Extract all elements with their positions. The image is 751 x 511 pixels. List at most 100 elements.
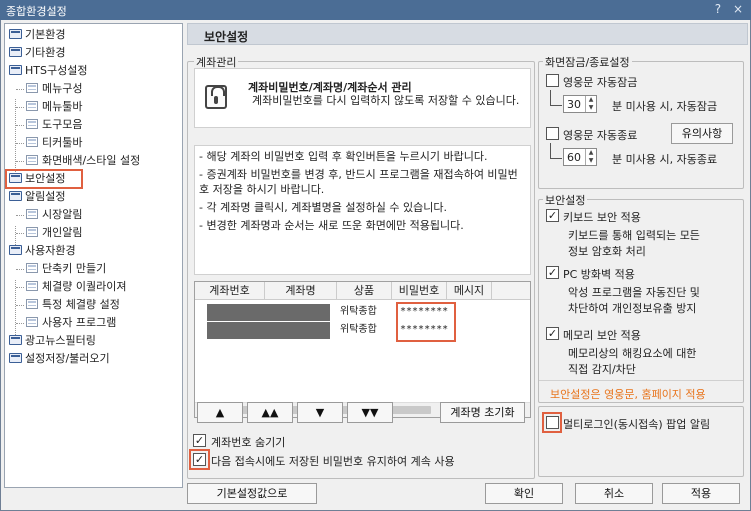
col-password: 비밀번호 <box>392 282 447 300</box>
page-icon <box>26 281 38 291</box>
password-highlight <box>396 302 456 342</box>
account-info-text: 계좌비밀번호를 다시 입력하지 않도록 저장할 수 있습니다. <box>252 94 520 107</box>
firewall-desc: 차단하여 개인정보유출 방지 <box>568 302 697 315</box>
folder-icon <box>9 335 22 345</box>
hide-account-label: 계좌번호 숨기기 <box>211 436 286 449</box>
memory-security-desc: 메모리상의 해킹요소에 대한 <box>568 347 697 360</box>
page-icon <box>26 209 38 219</box>
spin-arrows-icon[interactable]: ▲ ▼ <box>585 96 596 112</box>
auto-exit-minutes-stepper[interactable]: 60 ▲ ▼ <box>563 148 597 166</box>
note-line: - 해당 계좌의 비밀번호 입력 후 확인버튼을 누르시기 바랍니다. <box>199 150 488 163</box>
page-icon <box>26 155 38 165</box>
note-line: - 각 계좌명 클릭시, 계좌별명을 설정하실 수 있습니다. <box>199 201 447 214</box>
account-table: 계좌번호 계좌명 상품 비밀번호 메시지 위탁종합 ******** 위탁종합 … <box>194 281 531 418</box>
settings-window: 기본환경 기타환경 HTS구성설정 메뉴구성 메뉴툴바 도구모음 티커툴바 화면… <box>0 20 751 511</box>
tree-item-other-env[interactable]: 기타환경 <box>9 44 65 62</box>
auto-exit-checkbox[interactable] <box>546 127 559 140</box>
firewall-checkbox[interactable]: ✓ <box>546 266 559 279</box>
security-note: 보안설정은 영웅문, 홈페이지 적용 <box>550 388 706 401</box>
tree-item-screen-style[interactable]: 화면배색/스타일 설정 <box>26 152 140 170</box>
tree-item-menu-config[interactable]: 메뉴구성 <box>26 80 82 98</box>
cancel-button[interactable]: 취소 <box>575 483 653 504</box>
screen-lock-group-label: 화면잠금/종료설정 <box>543 54 632 70</box>
folder-icon <box>9 191 22 201</box>
tree-item-menu-toolbar[interactable]: 메뉴툴바 <box>26 98 82 116</box>
settings-tree: 기본환경 기타환경 HTS구성설정 메뉴구성 메뉴툴바 도구모음 티커툴바 화면… <box>4 23 183 488</box>
page-icon <box>26 101 38 111</box>
move-down-button[interactable]: ▼ <box>297 402 343 423</box>
keyboard-security-label: 키보드 보안 적용 <box>563 211 641 224</box>
section-header: 보안설정 <box>187 23 748 45</box>
page-icon <box>26 119 38 129</box>
folder-icon <box>9 29 22 39</box>
account-notes: - 해당 계좌의 비밀번호 입력 후 확인버튼을 누르시기 바랍니다. - 증권… <box>194 145 531 275</box>
tree-item-volume-setting[interactable]: 특정 체결량 설정 <box>26 296 120 314</box>
table-row[interactable]: 위탁종합 ******** <box>195 303 530 321</box>
move-bottom-button[interactable]: ▼▼ <box>347 402 393 423</box>
auto-exit-label: 영웅문 자동종료 <box>563 129 638 142</box>
note-line: - 변경한 계좌명과 순서는 새로 뜨운 화면에만 적용됩니다. <box>199 219 464 232</box>
tree-item-market-alerts[interactable]: 시장알림 <box>26 206 82 224</box>
section-title: 보안설정 <box>204 30 249 44</box>
multi-login-highlight <box>542 412 562 433</box>
folder-icon <box>9 245 22 255</box>
auto-exit-suffix: 분 미사용 시, 자동종료 <box>612 153 718 166</box>
close-icon[interactable]: × <box>733 2 743 16</box>
security-group-label: 보안설정 <box>543 192 588 208</box>
page-icon <box>26 137 38 147</box>
tree-item-ticker-toolbar[interactable]: 티커툴바 <box>26 134 82 152</box>
firewall-label: PC 방화벽 적용 <box>563 268 635 281</box>
col-message: 메시지 <box>447 282 492 300</box>
page-icon <box>26 317 38 327</box>
spin-arrows-icon[interactable]: ▲ ▼ <box>585 149 596 165</box>
note-line: - 증권계좌 비밀번호를 변경 후, 반드시 프로그램을 재접속하여 비밀번호 … <box>199 168 518 196</box>
page-icon <box>26 227 38 237</box>
folder-icon <box>9 47 22 57</box>
tree-item-hts-config[interactable]: HTS구성설정 <box>9 62 87 80</box>
tree-item-personal-alerts[interactable]: 개인알림 <box>26 224 82 242</box>
apply-button[interactable]: 적용 <box>662 483 740 504</box>
move-up-button[interactable]: ▲ <box>197 402 243 423</box>
memory-security-desc: 직접 감지/차단 <box>568 363 636 376</box>
tree-item-save-load[interactable]: 설정저장/불러오기 <box>9 350 110 368</box>
move-top-button[interactable]: ▲▲ <box>247 402 293 423</box>
reset-account-names-button[interactable]: 계좌명 초기화 <box>440 402 525 423</box>
table-row[interactable]: 위탁종합 ******** <box>195 321 530 339</box>
keep-password-label: 다음 접속시에도 저장된 비밀번호 유지하여 계속 사용 <box>211 455 455 468</box>
folder-icon <box>9 353 22 363</box>
tree-item-equalizer[interactable]: 체결량 이퀄라이져 <box>26 278 126 296</box>
window-title: 종합환경설정 <box>6 5 67 18</box>
account-info-title: 계좌비밀번호/계좌명/계좌순서 관리 <box>248 81 412 94</box>
ok-button[interactable]: 확인 <box>485 483 563 504</box>
title-bar: 종합환경설정 ? × <box>0 0 751 20</box>
tree-item-toolbox[interactable]: 도구모음 <box>26 116 82 134</box>
footer-bar: 기본설정값으로 확인 취소 적용 <box>187 481 748 508</box>
notice-button[interactable]: 유의사항 <box>671 123 733 144</box>
cell-product: 위탁종합 <box>340 324 377 335</box>
auto-lock-label: 영웅문 자동잠금 <box>563 76 638 89</box>
tree-item-shortcuts[interactable]: 단축키 만들기 <box>26 260 106 278</box>
col-product: 상품 <box>337 282 392 300</box>
page-icon <box>26 299 38 309</box>
help-icon[interactable]: ? <box>715 2 721 16</box>
page-icon <box>26 83 38 93</box>
tree-item-user-program[interactable]: 사용자 프로그램 <box>26 314 116 332</box>
memory-security-checkbox[interactable]: ✓ <box>546 327 559 340</box>
auto-lock-minutes-stepper[interactable]: 30 ▲ ▼ <box>563 95 597 113</box>
cell-product: 위탁종합 <box>340 306 377 317</box>
col-account-name: 계좌명 <box>265 282 337 300</box>
account-info-box: 계좌비밀번호/계좌명/계좌순서 관리 계좌비밀번호를 다시 입력하지 않도록 저… <box>194 68 531 128</box>
tree-item-user-env[interactable]: 사용자환경 <box>9 242 76 260</box>
auto-lock-checkbox[interactable] <box>546 74 559 87</box>
tree-item-alerts[interactable]: 알림설정 <box>9 188 65 206</box>
selected-item-highlight <box>5 169 83 189</box>
folder-icon <box>9 65 22 75</box>
lock-icon <box>205 85 227 109</box>
restore-defaults-button[interactable]: 기본설정값으로 <box>187 483 317 504</box>
col-account-number: 계좌번호 <box>195 282 265 300</box>
tree-item-basic-env[interactable]: 기본환경 <box>9 26 65 44</box>
keyboard-security-checkbox[interactable]: ✓ <box>546 209 559 222</box>
tree-item-news-filter[interactable]: 광고뉴스필터링 <box>9 332 96 350</box>
hide-account-checkbox[interactable]: ✓ <box>193 434 206 447</box>
multi-login-label: 멀티로그인(동시접속) 팝업 알림 <box>563 418 711 431</box>
